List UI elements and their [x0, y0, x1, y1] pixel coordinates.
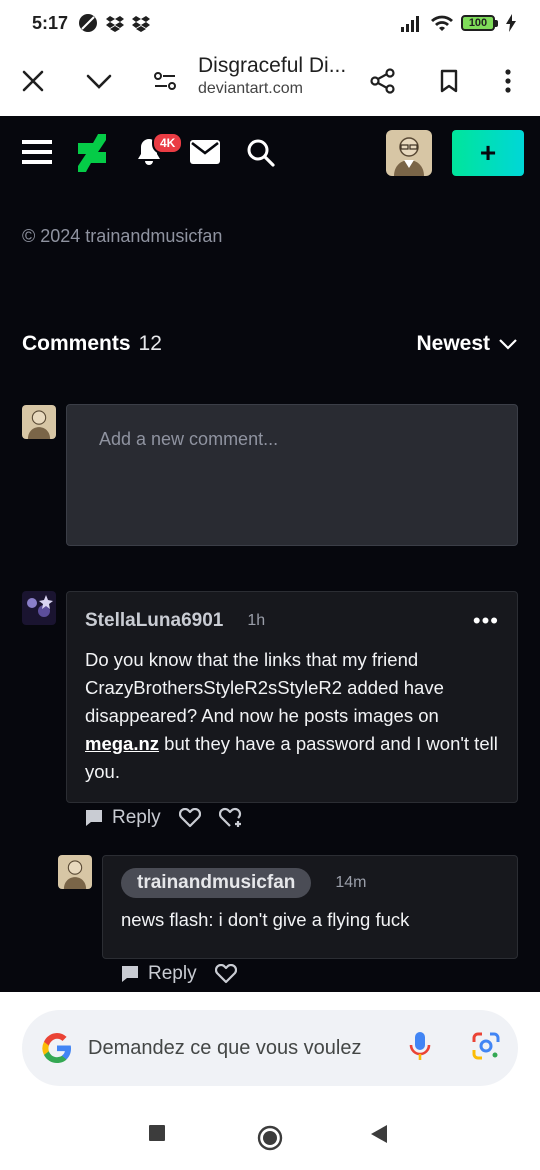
- reply-actions: Reply: [120, 963, 237, 985]
- system-nav-bar: [0, 1106, 540, 1170]
- search-icon: [247, 139, 275, 167]
- avatar: [386, 130, 432, 176]
- charging-icon: [506, 14, 516, 32]
- google-search-placeholder: Demandez ce que vous voulez: [88, 1036, 362, 1059]
- page-title: Disgraceful Di...: [198, 54, 347, 77]
- reply-username[interactable]: trainandmusicfan: [121, 868, 312, 898]
- current-user-avatar: [22, 405, 56, 439]
- reply-timestamp[interactable]: 14m: [335, 874, 366, 892]
- heart-icon: [214, 964, 237, 984]
- sort-dropdown[interactable]: Newest: [416, 332, 518, 356]
- comment-card: StellaLuna6901 1h ••• Do you know that t…: [66, 591, 518, 803]
- comment-actions: Reply: [84, 807, 243, 829]
- google-search-bar: Demandez ce que vous voulez: [0, 992, 540, 1106]
- create-button[interactable]: +: [452, 130, 524, 176]
- search-button[interactable]: [246, 138, 276, 173]
- site-nav: 4K +: [0, 116, 540, 192]
- battery-indicator: 100: [461, 15, 498, 31]
- reply-icon: [86, 810, 102, 826]
- bookmark-icon: [440, 69, 458, 93]
- comment-timestamp[interactable]: 1h: [247, 612, 265, 630]
- new-comment-input[interactable]: Add a new comment...: [66, 404, 518, 546]
- home-button[interactable]: [257, 1125, 283, 1156]
- avatar: [22, 591, 56, 625]
- comments-count: 12: [138, 332, 162, 355]
- award-button[interactable]: [218, 807, 243, 829]
- chevron-down-icon: [86, 74, 112, 89]
- more-vert-icon: [505, 69, 511, 93]
- comments-header: Comments 12 Newest: [22, 330, 518, 358]
- back-button[interactable]: [370, 1124, 388, 1149]
- commenter-avatar[interactable]: [22, 591, 56, 625]
- mail-icon: [190, 140, 220, 164]
- google-search-input[interactable]: Demandez ce que vous voulez: [22, 1010, 518, 1086]
- share-icon: [370, 68, 395, 94]
- reply-button[interactable]: Reply: [120, 963, 197, 985]
- page-title-area[interactable]: Disgraceful Di... deviantart.com: [198, 54, 358, 98]
- home-circle-icon: [257, 1125, 283, 1151]
- messages-button[interactable]: [190, 140, 220, 169]
- recents-button[interactable]: [148, 1124, 166, 1147]
- reply-body: news flash: i don't give a flying fuck: [121, 909, 410, 930]
- reply-button[interactable]: Reply: [84, 807, 161, 829]
- comment-more-button[interactable]: •••: [473, 608, 499, 634]
- bookmark-button[interactable]: [429, 61, 469, 101]
- comment-link[interactable]: mega.nz: [85, 733, 159, 754]
- avatar: [22, 405, 56, 439]
- hamburger-icon: [22, 140, 52, 164]
- share-button[interactable]: [363, 61, 403, 101]
- chevron-down-icon: [499, 339, 517, 350]
- gift-heart-icon: [218, 807, 241, 827]
- microphone-icon: [409, 1032, 431, 1060]
- menu-button[interactable]: [22, 138, 54, 171]
- browser-toolbar: Disgraceful Di... deviantart.com: [0, 46, 540, 116]
- google-logo: [40, 1031, 74, 1065]
- google-g-icon: [42, 1033, 71, 1063]
- tune-icon: [154, 72, 176, 90]
- comment-username[interactable]: StellaLuna6901: [85, 610, 223, 632]
- square-icon: [149, 1125, 165, 1141]
- sort-label: Newest: [416, 332, 490, 355]
- favourite-button[interactable]: [214, 964, 237, 984]
- deviantart-logo[interactable]: [78, 134, 106, 177]
- minimize-button[interactable]: [79, 61, 119, 101]
- wifi-icon: [431, 15, 453, 31]
- page-content: 4K + © 2024 trainandmusicfan Comments 12…: [0, 116, 540, 992]
- more-options-button[interactable]: [488, 61, 528, 101]
- page-url: deviantart.com: [198, 80, 303, 97]
- favourite-button[interactable]: [178, 808, 201, 828]
- dropbox-icon: [106, 16, 125, 32]
- signal-icon: [401, 16, 419, 32]
- close-tab-button[interactable]: [13, 61, 53, 101]
- status-time: 5:17: [32, 12, 69, 33]
- comments-title: Comments: [22, 332, 131, 355]
- notification-badge: 4K: [152, 132, 184, 154]
- google-lens-button[interactable]: [470, 1030, 502, 1067]
- copyright-text: © 2024 trainandmusicfan: [22, 226, 223, 246]
- deviantart-logo-icon: [78, 134, 106, 172]
- voice-search-button[interactable]: [408, 1030, 432, 1069]
- user-avatar-button[interactable]: [386, 130, 432, 176]
- camera-lens-icon: [472, 1032, 500, 1060]
- dnd-icon: [79, 14, 98, 32]
- comment-body: Do you know that the links that my frien…: [85, 649, 498, 782]
- reply-icon: [122, 966, 138, 982]
- close-icon: [22, 70, 44, 92]
- avatar: [58, 855, 92, 889]
- dropbox-icon-2: [132, 16, 151, 32]
- back-triangle-icon: [371, 1125, 387, 1143]
- site-settings-button[interactable]: [145, 61, 185, 101]
- reply-card: trainandmusicfan 14m news flash: i don't…: [102, 855, 518, 959]
- reply-avatar[interactable]: [58, 855, 92, 889]
- new-comment-placeholder: Add a new comment...: [99, 429, 279, 449]
- status-bar: 5:17 100: [0, 0, 540, 46]
- heart-icon: [178, 808, 201, 828]
